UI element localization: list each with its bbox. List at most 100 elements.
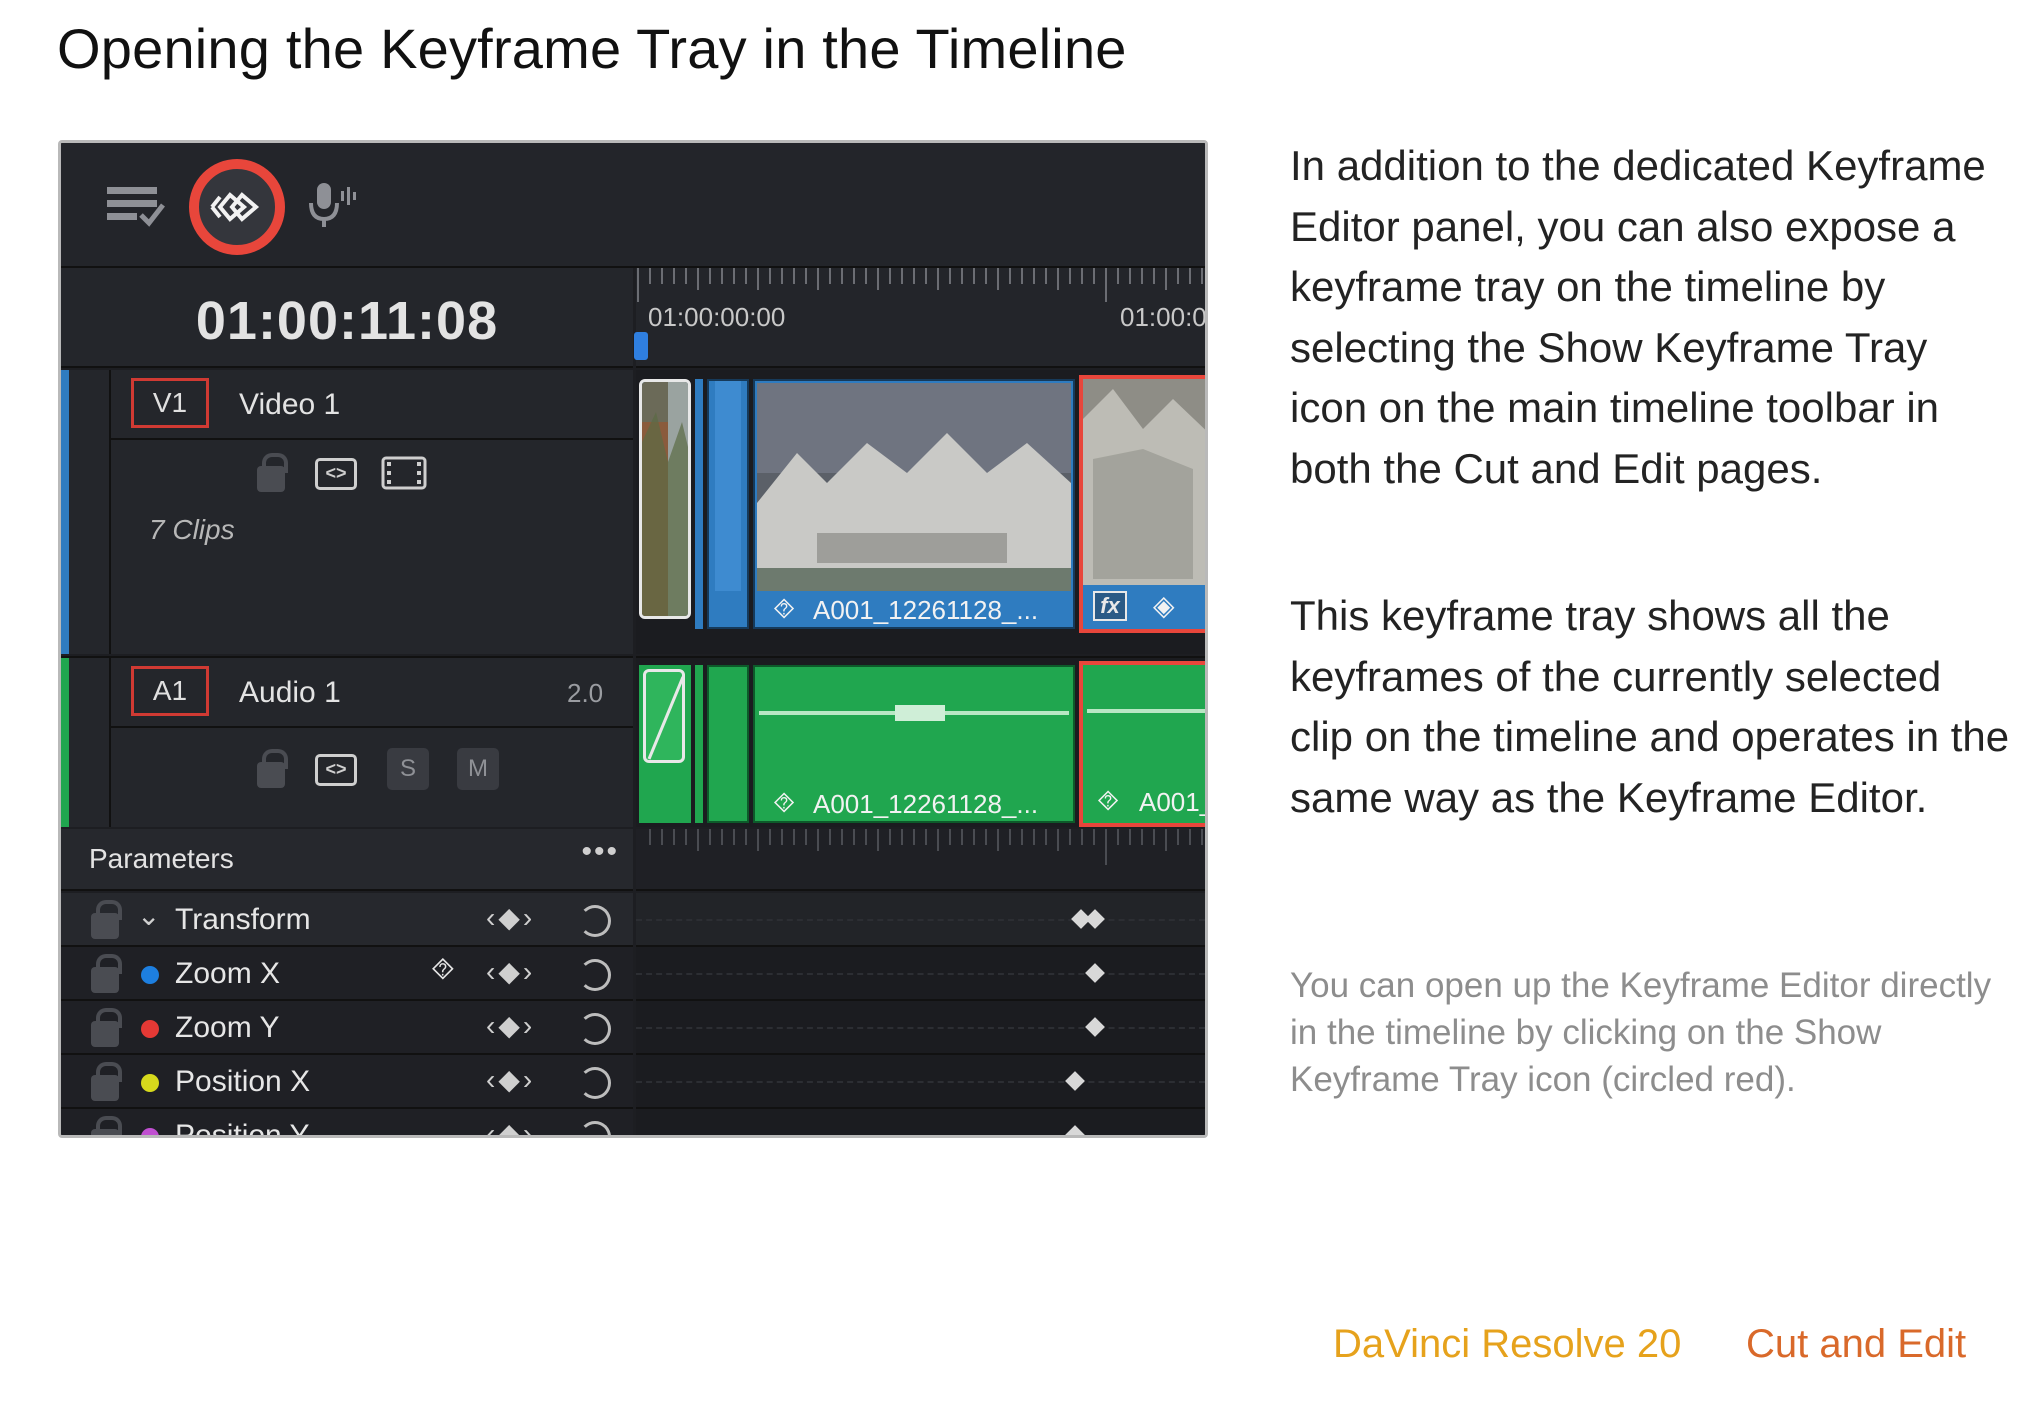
keyframe-marker[interactable] (1085, 909, 1105, 929)
chevron-down-icon[interactable]: ⌄ (137, 899, 160, 932)
track-name-audio-1[interactable]: Audio 1 (239, 676, 341, 710)
track-divider (109, 370, 111, 654)
keyframe-tray-ruler (636, 829, 1205, 891)
track-tag-v1[interactable]: V1 (131, 378, 209, 428)
reset-icon[interactable] (579, 1067, 611, 1099)
link-icon: ⯑ (1097, 785, 1120, 816)
keyframe-icon: ◈ (1153, 590, 1175, 621)
keyframe-nav-icon[interactable]: ‹◆› (486, 1117, 535, 1135)
parameter-row-transform[interactable]: ⌄ Transform ‹◆› (61, 893, 633, 947)
body-paragraph-2: This keyframe tray shows all the keyfram… (1290, 592, 2010, 821)
ruler-timecode-next: 01:00:0 (1120, 302, 1207, 332)
reset-icon[interactable] (579, 1121, 611, 1135)
keyframe-lane-transform (636, 893, 1205, 947)
parameter-color-dot (141, 1128, 159, 1135)
footer-product-name: DaVinci Resolve 20 (1333, 1322, 1682, 1366)
timeline-view-options-icon[interactable] (105, 185, 167, 234)
audio-track-color-strip (61, 658, 69, 827)
link-icon: ⯑ (773, 787, 796, 818)
keyframe-marker[interactable] (1065, 1071, 1085, 1091)
lock-icon[interactable] (91, 900, 122, 939)
parameter-row-zoom-y[interactable]: Zoom Y ‹◆› (61, 1001, 633, 1055)
parameter-row-zoom-x[interactable]: Zoom X ⯑ ‹◆› (61, 947, 633, 1001)
auto-select-icon[interactable]: <> (315, 458, 357, 490)
track-header-divider (109, 438, 633, 440)
ruler-timecode-start: 01:00:00:00 (648, 302, 786, 332)
footer-section-name: Cut and Edit (1746, 1322, 1967, 1366)
parameter-color-dot (141, 1020, 159, 1038)
parameter-color-dot (141, 966, 159, 984)
video-clip-selected[interactable]: fx ◈ (1079, 375, 1205, 633)
parameters-title: Parameters (89, 843, 234, 874)
voiceover-mic-icon[interactable] (309, 181, 359, 236)
lock-icon[interactable] (91, 954, 122, 993)
audio-clip-small[interactable] (639, 665, 691, 823)
track-name-video-1[interactable]: Video 1 (239, 388, 340, 422)
audio-clip-name: A001_12261128_... (813, 789, 1039, 819)
timecode-display: 01:00:11:08 (195, 291, 499, 351)
keyframe-marker[interactable] (1085, 1017, 1105, 1037)
keyframe-lane-zoom-x (636, 947, 1205, 1001)
video-track-color-strip (61, 370, 69, 654)
audio-clip-main[interactable]: ⯑ A001_12261128_... (753, 665, 1075, 823)
playhead-marker[interactable] (634, 332, 648, 360)
lock-icon[interactable] (257, 749, 288, 788)
timeline-toolbar (61, 143, 1205, 268)
parameters-header: Parameters ••• (61, 829, 633, 891)
keyframe-nav-icon[interactable]: ‹◆› (486, 901, 535, 934)
body-paragraph-1: In addition to the dedicated Keyframe Ed… (1290, 142, 1986, 492)
audio-track-header: A1 Audio 1 2.0 <> S M (61, 656, 633, 827)
parameter-color-dot (141, 1074, 159, 1092)
parameter-name: Zoom X (175, 957, 281, 990)
reset-icon[interactable] (579, 905, 611, 937)
parameter-row-position-y[interactable]: Position Y ‹◆› (61, 1109, 633, 1138)
mute-button[interactable]: M (457, 748, 499, 790)
parameter-row-position-x[interactable]: Position X ‹◆› (61, 1055, 633, 1109)
video-clip-small-2[interactable] (707, 379, 749, 629)
parameter-name: Position Y (175, 1119, 310, 1138)
video-clip-thumb-small[interactable] (639, 379, 691, 619)
lock-icon[interactable] (91, 1062, 122, 1101)
reset-icon[interactable] (579, 1013, 611, 1045)
solo-button[interactable]: S (387, 748, 429, 790)
keyframe-lane-position-y (636, 1109, 1205, 1135)
audio-clip-small-3[interactable] (707, 665, 749, 823)
keyframe-marker[interactable] (1085, 963, 1105, 983)
link-icon: ⯑ (773, 593, 796, 624)
video-clip-small[interactable] (695, 379, 703, 629)
reset-icon[interactable] (579, 959, 611, 991)
keyframe-nav-icon[interactable]: ‹◆› (486, 1063, 535, 1096)
audio-clip-selected[interactable]: ⯑ A001_ (1079, 661, 1205, 827)
video-track-header: V1 Video 1 <> 7 Clips (61, 370, 633, 654)
keyframe-lane-zoom-y (636, 1001, 1205, 1055)
parameter-name: Position X (175, 1065, 311, 1098)
figure-caption: You can open up the Keyframe Editor dire… (1290, 966, 1992, 1099)
film-icon[interactable] (381, 456, 427, 495)
clip-count: 7 Clips (149, 514, 235, 545)
video-clip-main[interactable]: ⯑ A001_12261128_... (753, 379, 1075, 629)
time-ruler[interactable]: 01:00:00:00 01:00:0 (634, 268, 1207, 368)
audio-clip-small-2[interactable] (695, 665, 703, 823)
timeline-screenshot: 01:00:11:08 01:00:00:00 01:00:0 V1 Video… (58, 140, 1208, 1138)
parameter-name: Transform (175, 903, 311, 936)
page-title: Opening the Keyframe Tray in the Timelin… (57, 17, 1127, 80)
lock-icon[interactable] (91, 1116, 122, 1135)
link-icon[interactable]: ⯑ (431, 953, 455, 987)
audio-channels: 2.0 (567, 678, 604, 708)
lock-icon[interactable] (91, 1008, 122, 1047)
track-divider (109, 658, 111, 827)
lock-icon[interactable] (257, 453, 288, 492)
keyframe-lane-position-x (636, 1055, 1205, 1109)
parameters-menu-icon[interactable]: ••• (581, 835, 619, 869)
audio-waveform (1087, 709, 1205, 713)
timecode-panel: 01:00:11:08 (61, 268, 633, 368)
show-keyframe-tray-icon[interactable] (189, 159, 285, 255)
track-header-divider (109, 726, 633, 728)
keyframe-nav-icon[interactable]: ‹◆› (486, 1009, 535, 1042)
auto-select-icon[interactable]: <> (315, 754, 357, 786)
parameter-name: Zoom Y (175, 1011, 280, 1044)
track-tag-a1[interactable]: A1 (131, 666, 209, 716)
keyframe-nav-icon[interactable]: ‹◆› (486, 955, 535, 988)
keyframe-marker[interactable] (1065, 1125, 1085, 1135)
fx-badge: fx (1093, 591, 1127, 621)
